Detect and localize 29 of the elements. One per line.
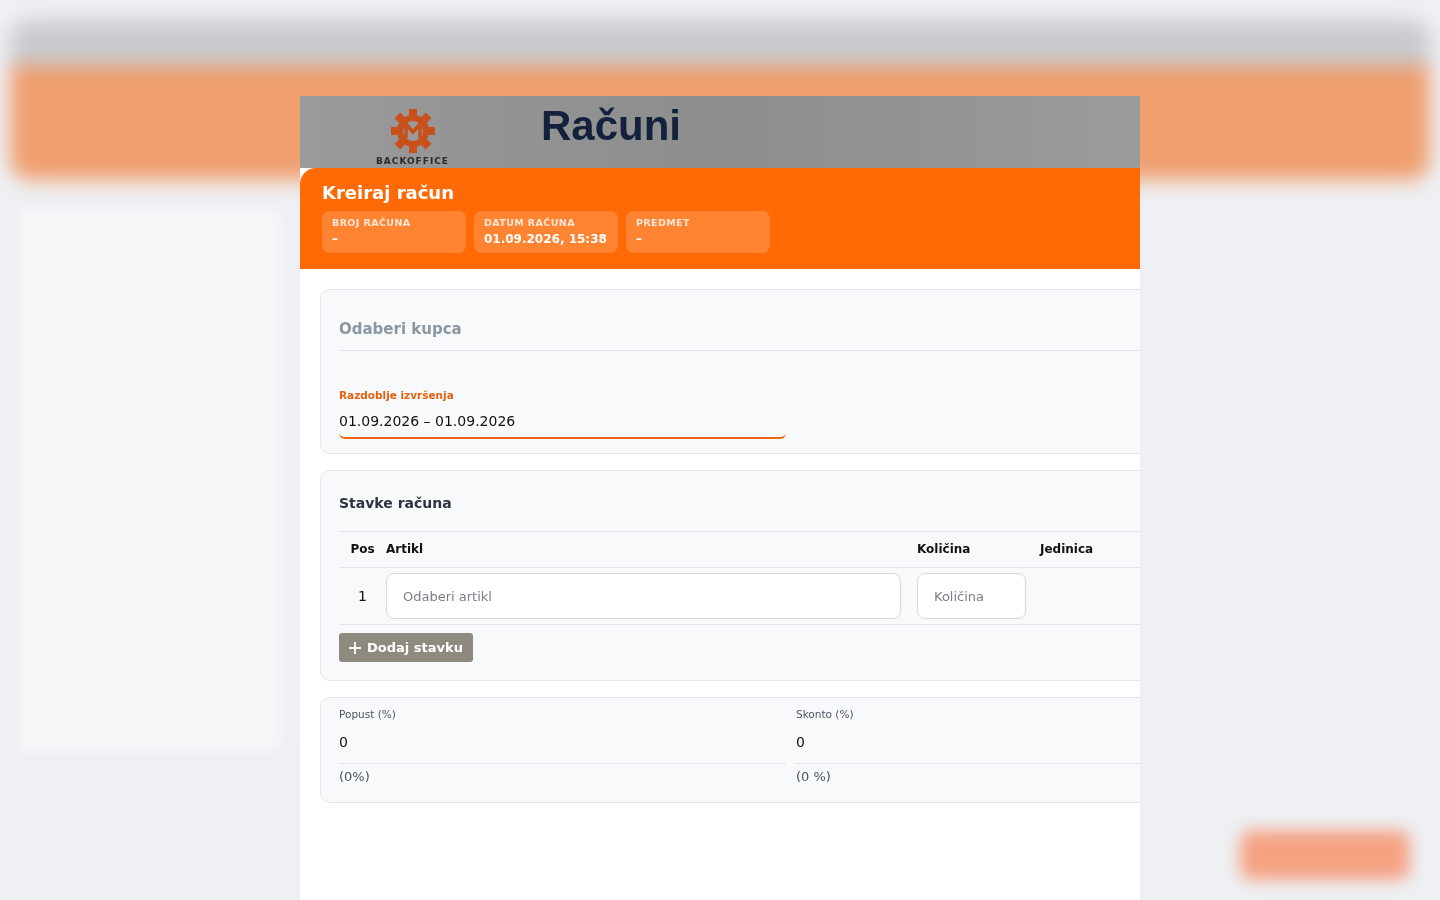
- chip-label: PREDMET: [636, 217, 691, 228]
- discount-input-field[interactable]: 0: [796, 720, 1140, 764]
- column-header: Količina: [917, 531, 1040, 568]
- field-label: Popust (%): [339, 708, 397, 720]
- chip-value: –: [332, 232, 339, 246]
- chip-label: BROJ RAČUNA: [332, 217, 412, 228]
- chip-value: –: [636, 232, 643, 246]
- chip-label: DATUM RAČUNA: [484, 217, 576, 228]
- discount-input-field[interactable]: 0: [339, 720, 786, 764]
- column-header: Pos: [339, 531, 386, 568]
- field-label: Skonto (%): [796, 708, 855, 720]
- column-header: Jedinica: [1040, 531, 1140, 568]
- field-label: Razdoblje izvršenja: [339, 389, 455, 401]
- customer-select-field[interactable]: Odaberi kupca: [339, 308, 1140, 351]
- percent-hint: (0%): [339, 768, 371, 784]
- plus-icon: [349, 641, 361, 654]
- chip-value: 01.09.2026, 15:38: [484, 232, 608, 246]
- quantity-input-field[interactable]: Količina: [917, 573, 1026, 619]
- column-header: Artikl: [386, 531, 917, 568]
- dialog-title: Kreiraj račun: [322, 182, 455, 203]
- page-title: Računi: [541, 102, 682, 150]
- period-field[interactable]: Razdoblje izvršenja 01.09.2026 – 01.09.2026: [339, 389, 786, 439]
- logo-caption: BACKOFFICE: [375, 156, 450, 166]
- article-select-field[interactable]: Odaberi artikl: [386, 573, 901, 619]
- section-title: Stavke računa: [339, 495, 453, 511]
- percent-hint: (0 %): [796, 768, 832, 784]
- position-number: 1: [357, 588, 368, 604]
- field-value: 01.09.2026 – 01.09.2026: [339, 413, 517, 429]
- gear-logo-icon: [389, 108, 436, 154]
